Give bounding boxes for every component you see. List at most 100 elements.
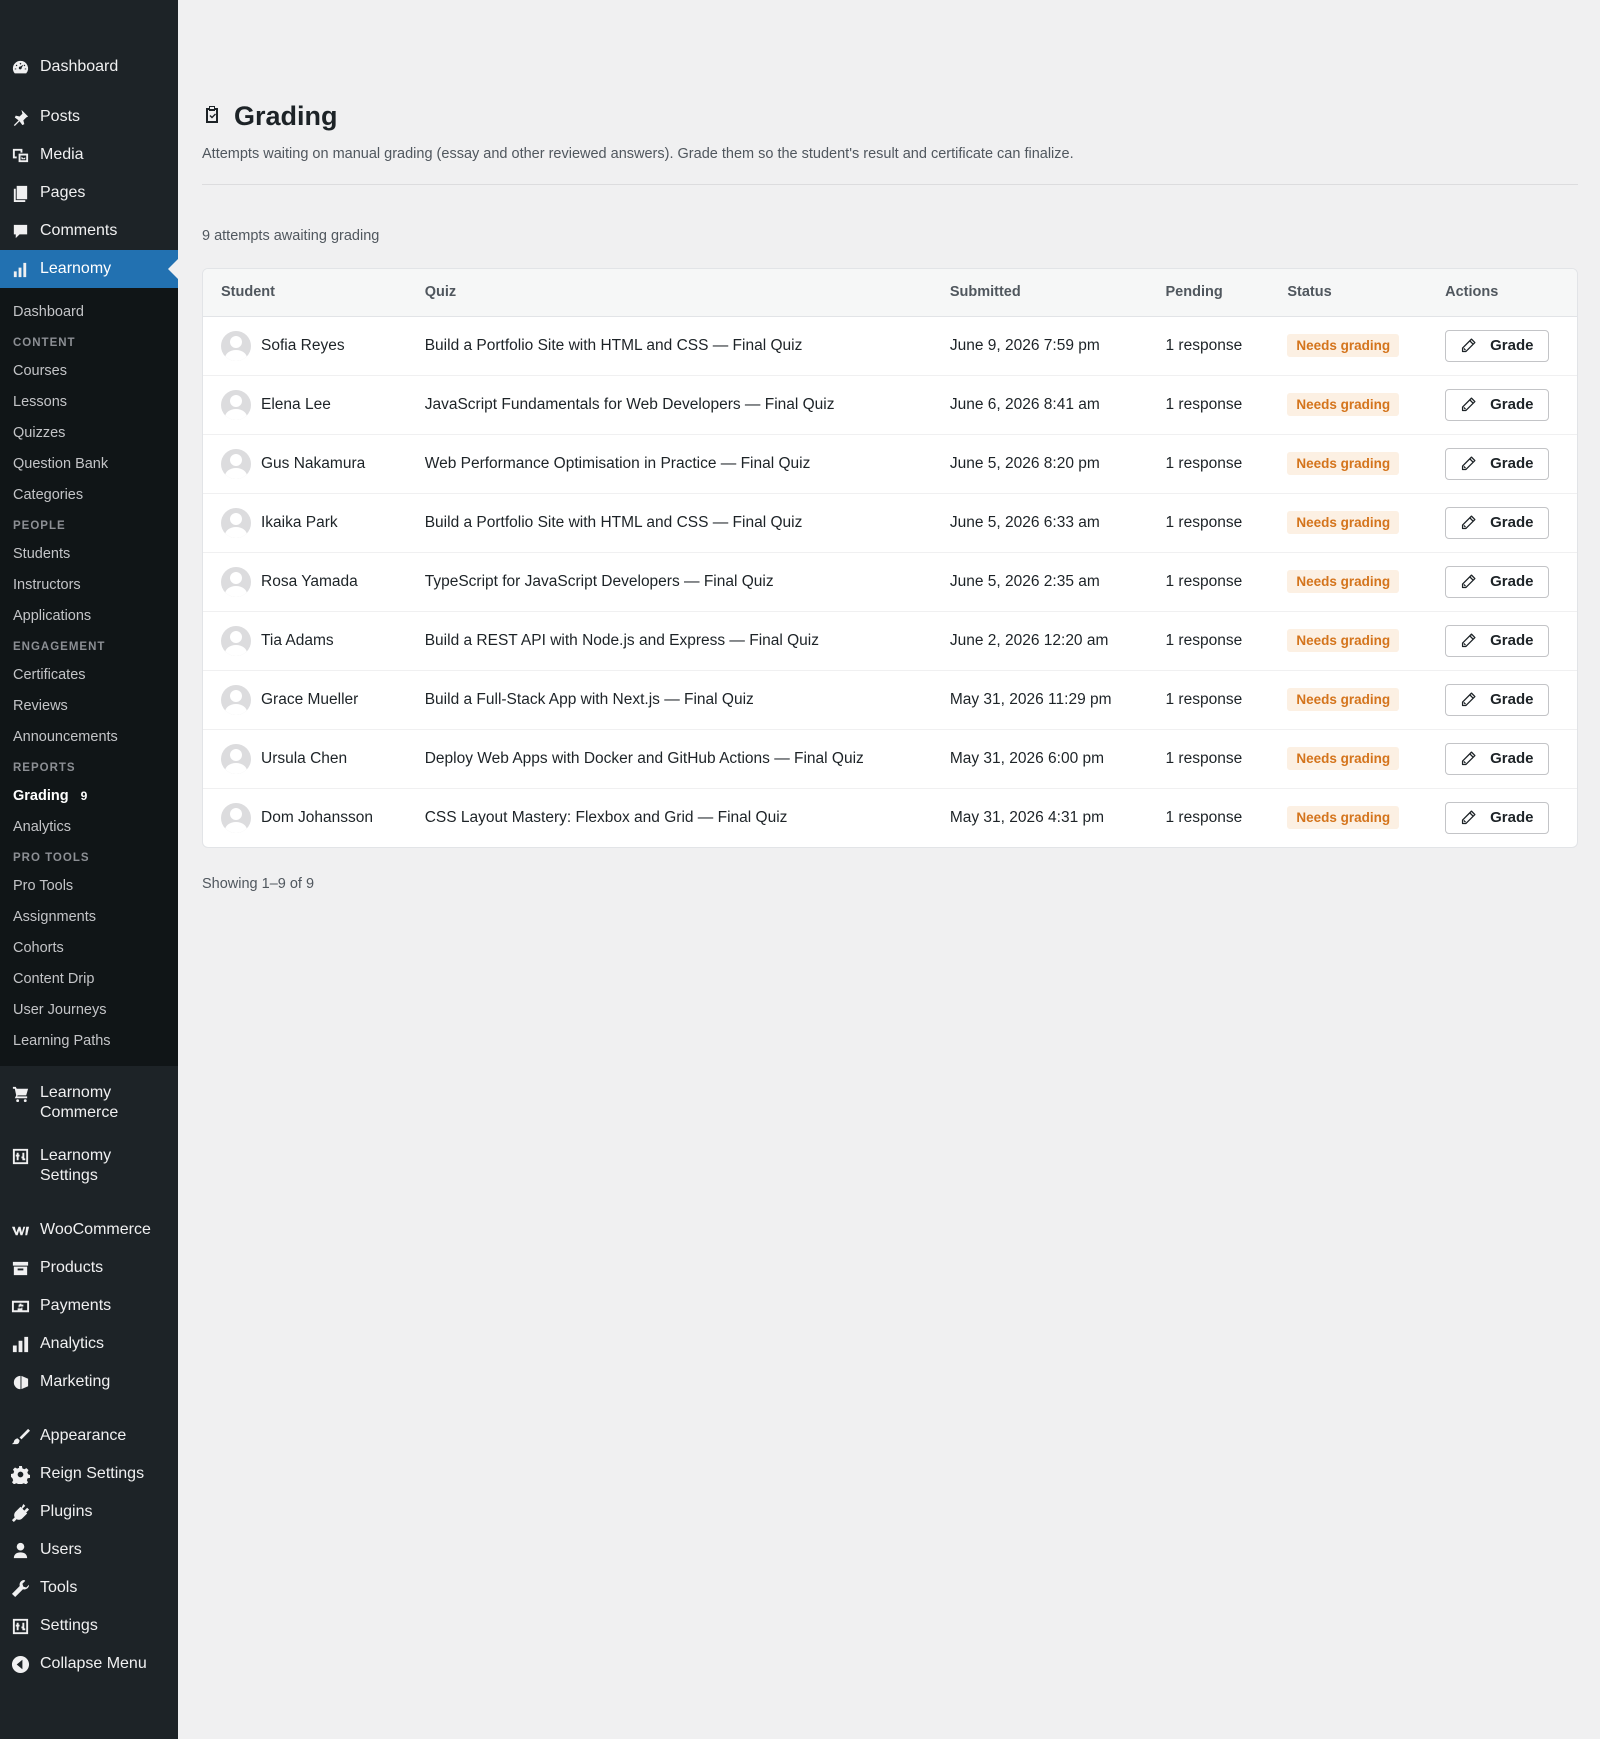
cell-status: Needs grading	[1269, 434, 1428, 494]
cell-student: Gus Nakamura	[203, 434, 407, 494]
payments-icon	[10, 1296, 30, 1316]
menu-users[interactable]: Users	[0, 1531, 178, 1569]
grade-button-label: Grade	[1490, 455, 1534, 472]
menu-pages[interactable]: Pages	[0, 174, 178, 212]
pencil-icon	[1460, 337, 1490, 354]
submenu-analytics[interactable]: Analytics	[0, 811, 178, 842]
grade-button[interactable]: Grade	[1445, 506, 1549, 539]
cell-status: Needs grading	[1269, 670, 1428, 730]
menu-tools[interactable]: Tools	[0, 1569, 178, 1607]
table-row: Dom Johansson CSS Layout Mastery: Flexbox…	[203, 788, 1577, 847]
menu-products[interactable]: Products	[0, 1249, 178, 1287]
menu-posts[interactable]: Posts	[0, 98, 178, 136]
menu-label: Settings	[40, 1617, 98, 1634]
submenu-lessons[interactable]: Lessons	[0, 386, 178, 417]
submenu-quizzes[interactable]: Quizzes	[0, 417, 178, 448]
submenu-pro-tools[interactable]: Pro Tools	[0, 870, 178, 901]
menu-collapse[interactable]: Collapse Menu	[0, 1645, 178, 1683]
menu-woocommerce[interactable]: WooCommerce	[0, 1211, 178, 1249]
student-name: Ursula Chen	[261, 749, 348, 767]
submenu-students[interactable]: Students	[0, 538, 178, 569]
wrench-icon	[10, 1578, 30, 1598]
menu-label: Analytics	[40, 1335, 105, 1352]
table-row: Rosa Yamada TypeScript for JavaScript Dev…	[203, 552, 1577, 612]
pencil-icon	[1460, 632, 1490, 649]
submenu-applications[interactable]: Applications	[0, 600, 178, 631]
avatar	[221, 743, 251, 774]
grade-button[interactable]: Grade	[1445, 742, 1549, 775]
menu-payments[interactable]: Payments	[0, 1287, 178, 1325]
menu-label: Comments	[40, 222, 118, 239]
submenu-categories[interactable]: Categories	[0, 479, 178, 510]
pending-count: 1 response	[1165, 808, 1243, 826]
menu-appearance[interactable]: Appearance	[0, 1417, 178, 1455]
quiz-name: Build a Portfolio Site with HTML and CSS…	[406, 493, 932, 553]
pencil-icon	[1460, 750, 1490, 767]
grade-button[interactable]: Grade	[1445, 329, 1549, 362]
submenu-user-journeys[interactable]: User Journeys	[0, 994, 178, 1025]
menu-separator	[0, 1195, 178, 1211]
cell-actions: Grade	[1427, 729, 1577, 789]
avatar	[221, 566, 251, 597]
submenu-courses[interactable]: Courses	[0, 355, 178, 386]
menu-label: Media	[40, 146, 84, 163]
user-icon	[10, 1540, 30, 1560]
admin-sidebar: Dashboard Posts Media Pages Comments Lea…	[0, 0, 178, 1739]
quiz-name: TypeScript for JavaScript Developers — F…	[406, 552, 932, 612]
submenu-content-drip[interactable]: Content Drip	[0, 963, 178, 994]
cell-status: Needs grading	[1269, 493, 1428, 553]
submenu-dashboard[interactable]: Dashboard	[0, 296, 178, 327]
menu-learnomy-commerce[interactable]: Learnomy Commerce	[0, 1074, 178, 1132]
menu-plugins[interactable]: Plugins	[0, 1493, 178, 1531]
menu-settings[interactable]: Settings	[0, 1607, 178, 1645]
grade-button-label: Grade	[1490, 337, 1534, 354]
menu-comments[interactable]: Comments	[0, 212, 178, 250]
menu-learnomy[interactable]: Learnomy	[0, 250, 178, 288]
menu-marketing[interactable]: Marketing	[0, 1363, 178, 1401]
page-title: Grading	[234, 101, 338, 131]
status-badge: Needs grading	[1287, 452, 1400, 475]
student-cell: Rosa Yamada	[221, 566, 389, 597]
pencil-icon	[1460, 691, 1490, 708]
submenu-question-bank[interactable]: Question Bank	[0, 448, 178, 479]
dashboard-icon	[10, 57, 30, 77]
pending-count: 1 response	[1147, 611, 1270, 671]
menu-analytics[interactable]: Analytics	[0, 1325, 178, 1363]
grade-button[interactable]: Grade	[1445, 801, 1549, 834]
submenu-cohorts[interactable]: Cohorts	[0, 932, 178, 963]
cell-actions: Grade	[1427, 552, 1577, 612]
menu-reign-settings[interactable]: Reign Settings	[0, 1455, 178, 1493]
menu-dashboard[interactable]: Dashboard	[0, 48, 178, 86]
avatar	[221, 448, 251, 479]
submenu-learning-paths[interactable]: Learning Paths	[0, 1025, 178, 1056]
grade-button[interactable]: Grade	[1445, 447, 1549, 480]
column-header-actions: Actions	[1427, 269, 1577, 317]
quiz-name: JavaScript Fundamentals for Web Develope…	[406, 375, 932, 435]
menu-learnomy-settings[interactable]: Learnomy Settings	[0, 1132, 178, 1195]
submenu-instructors[interactable]: Instructors	[0, 569, 178, 600]
cell-student: Ikaika Park	[203, 493, 407, 553]
submenu-announcements[interactable]: Announcements	[0, 721, 178, 752]
pencil-icon	[1460, 514, 1490, 531]
pagination-summary: Showing 1–9 of 9	[202, 876, 315, 892]
grade-button[interactable]: Grade	[1445, 683, 1549, 716]
submenu-grading[interactable]: Grading 9	[0, 780, 178, 811]
student-name: Tia Adams	[261, 631, 334, 649]
cell-status: Needs grading	[1269, 729, 1428, 789]
grade-button[interactable]: Grade	[1445, 565, 1549, 598]
student-cell: Grace Mueller	[221, 684, 389, 715]
student-cell: Sofia Reyes	[221, 330, 389, 361]
student-cell: Elena Lee	[221, 389, 389, 420]
grade-button-label: Grade	[1490, 396, 1534, 413]
submenu-assignments[interactable]: Assignments	[0, 901, 178, 932]
submitted-date: June 6, 2026 8:41 am	[931, 375, 1148, 435]
grade-button[interactable]: Grade	[1445, 624, 1549, 657]
submenu-reviews[interactable]: Reviews	[0, 690, 178, 721]
menu-label: Marketing	[40, 1373, 111, 1390]
grade-button[interactable]: Grade	[1445, 388, 1549, 421]
admin-menu: Dashboard Posts Media Pages Comments Lea…	[0, 0, 178, 288]
menu-label: Users	[40, 1541, 82, 1558]
submenu-certificates[interactable]: Certificates	[0, 659, 178, 690]
cell-actions: Grade	[1427, 670, 1577, 730]
menu-media[interactable]: Media	[0, 136, 178, 174]
